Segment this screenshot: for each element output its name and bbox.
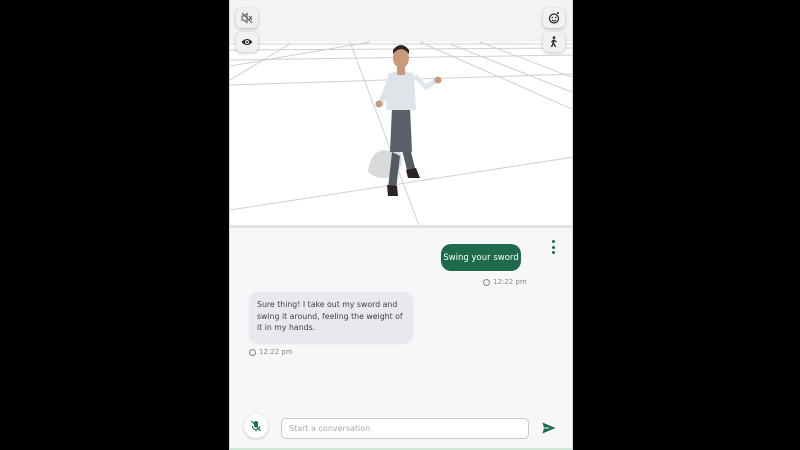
chat-panel: Swing your sword 12:22 pm Sure thing! I …	[230, 228, 572, 450]
vertical-dots-icon[interactable]	[549, 240, 557, 254]
emotion-button[interactable]	[543, 8, 565, 28]
walking-person-icon	[548, 33, 560, 52]
microphone-button[interactable]	[244, 414, 268, 438]
clock-icon	[249, 348, 256, 356]
timestamp-text: 12:22 pm	[259, 348, 293, 356]
smiley-face-icon	[548, 9, 560, 28]
send-button[interactable]	[539, 419, 559, 437]
assistant-message-bubble: Sure thing! I take out my sword and swin…	[249, 292, 413, 343]
floor-grid	[230, 0, 572, 225]
user-message-timestamp: 12:22 pm	[483, 278, 527, 286]
visibility-toggle-button[interactable]	[236, 32, 258, 52]
assistant-message-timestamp: 12:22 pm	[249, 348, 293, 356]
mute-button[interactable]	[236, 8, 258, 28]
clock-icon	[483, 278, 490, 286]
eye-icon	[241, 33, 253, 52]
chat-app: Swing your sword 12:22 pm Sure thing! I …	[229, 0, 573, 450]
send-arrow-icon	[542, 419, 556, 438]
timestamp-text: 12:22 pm	[493, 278, 527, 286]
pose-button[interactable]	[543, 32, 565, 52]
3d-viewport[interactable]	[230, 0, 572, 228]
message-input[interactable]	[281, 418, 529, 439]
microphone-off-icon	[250, 417, 262, 436]
user-message-bubble: Swing your sword	[441, 244, 521, 271]
speaker-muted-icon	[241, 9, 253, 28]
